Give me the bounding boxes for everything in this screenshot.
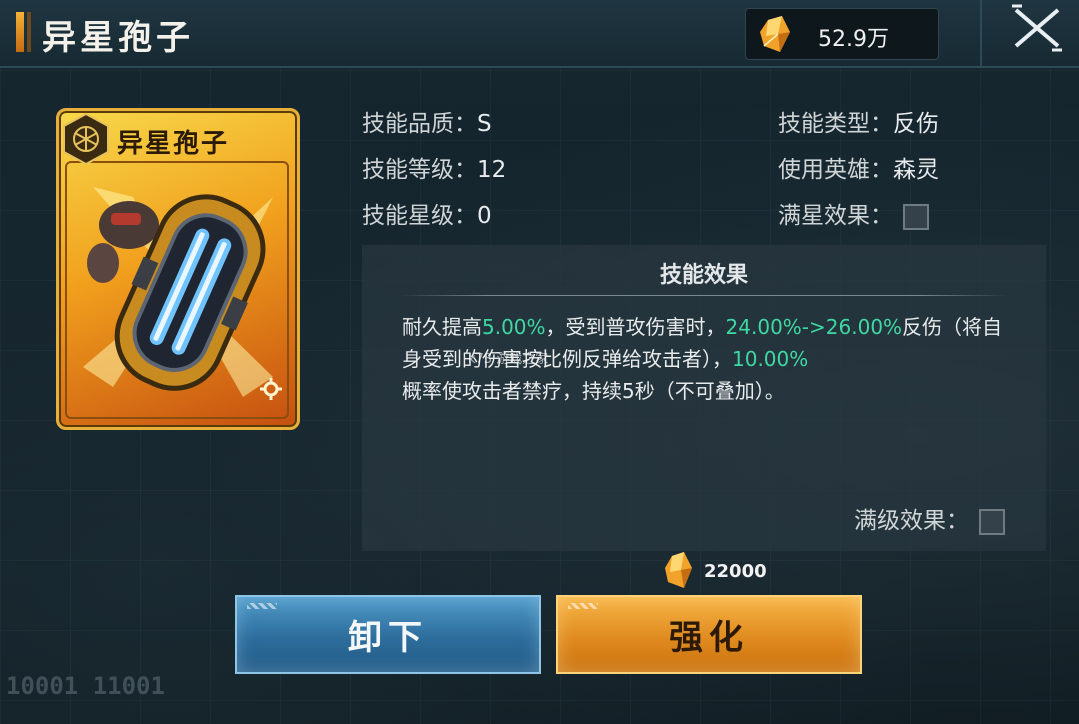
hexagon-emblem-icon	[63, 112, 109, 166]
page-title: 异星孢子	[42, 18, 194, 58]
full-star-checkbox[interactable]	[903, 203, 929, 230]
skill-level-value: 12	[477, 157, 507, 183]
skill-quality-row: 技能品质：S	[362, 104, 492, 138]
currency-value: 52.9万	[818, 27, 889, 52]
skill-quality-value: S	[477, 111, 492, 137]
effect-text-4: 概率使攻击者禁疗，持续5秒（不可叠加）。	[402, 379, 785, 403]
effect-title: 技能效果	[659, 263, 748, 288]
currency-display: 52.9万	[745, 8, 939, 60]
skill-type-row: 技能类型：反伤	[778, 104, 939, 138]
crystal-icon	[760, 16, 790, 52]
skill-star-label: 技能星级：	[362, 203, 477, 229]
skill-level-row: 技能等级：12	[362, 150, 506, 184]
close-icon[interactable]	[1010, 4, 1064, 52]
crystal-icon	[665, 552, 692, 588]
skill-card: 异星孢子	[56, 108, 300, 430]
watermark: k73 游戏之家	[468, 352, 549, 367]
effect-text-1: 耐久提高	[402, 315, 482, 339]
header-divider	[980, 0, 982, 66]
button-stripes	[568, 603, 598, 609]
hero-value: 森灵	[893, 157, 939, 183]
effect-value-chance: 10.00%	[732, 347, 809, 371]
header-accent	[16, 12, 31, 52]
unload-button[interactable]: 卸下	[235, 595, 541, 674]
skill-effect-panel: 技能效果 耐久提高5.00%，受到普攻伤害时，24.00%->26.00%反伤（…	[362, 245, 1046, 551]
effect-divider	[398, 295, 1010, 296]
skill-type-label: 技能类型：	[778, 111, 893, 137]
upgrade-button-label: 强化	[669, 618, 749, 658]
full-star-label: 满星效果：	[778, 203, 893, 229]
full-star-row: 满星效果：	[778, 196, 929, 230]
skill-type-value: 反伤	[893, 111, 939, 137]
unload-button-label: 卸下	[348, 618, 428, 658]
skill-quality-label: 技能品质：	[362, 111, 477, 137]
max-level-label: 满级效果：	[854, 508, 969, 534]
background-code-text: 10001 11001	[6, 672, 165, 700]
gear-icon	[260, 378, 282, 400]
max-level-checkbox[interactable]	[979, 508, 1005, 535]
skill-star-value: 0	[477, 203, 492, 229]
upgrade-cost-value: 22000	[704, 561, 767, 582]
effect-value-durability: 5.00%	[482, 315, 546, 339]
skill-star-row: 技能星级：0	[362, 196, 492, 230]
effect-text-2: ，受到普攻伤害时，	[545, 315, 726, 339]
hero-row: 使用英雄：森灵	[778, 150, 939, 184]
effect-value-reflect: 24.00%->26.00%	[725, 315, 903, 339]
hero-label: 使用英雄：	[778, 157, 893, 183]
header-bar: 异星孢子 52.9万	[0, 0, 1079, 68]
skill-level-label: 技能等级：	[362, 157, 477, 183]
max-level-row: 满级效果：	[854, 501, 1005, 535]
card-title: 异星孢子	[117, 129, 230, 159]
button-stripes	[247, 603, 277, 609]
upgrade-button[interactable]: 强化	[556, 595, 862, 674]
shield-artwork	[83, 187, 273, 397]
